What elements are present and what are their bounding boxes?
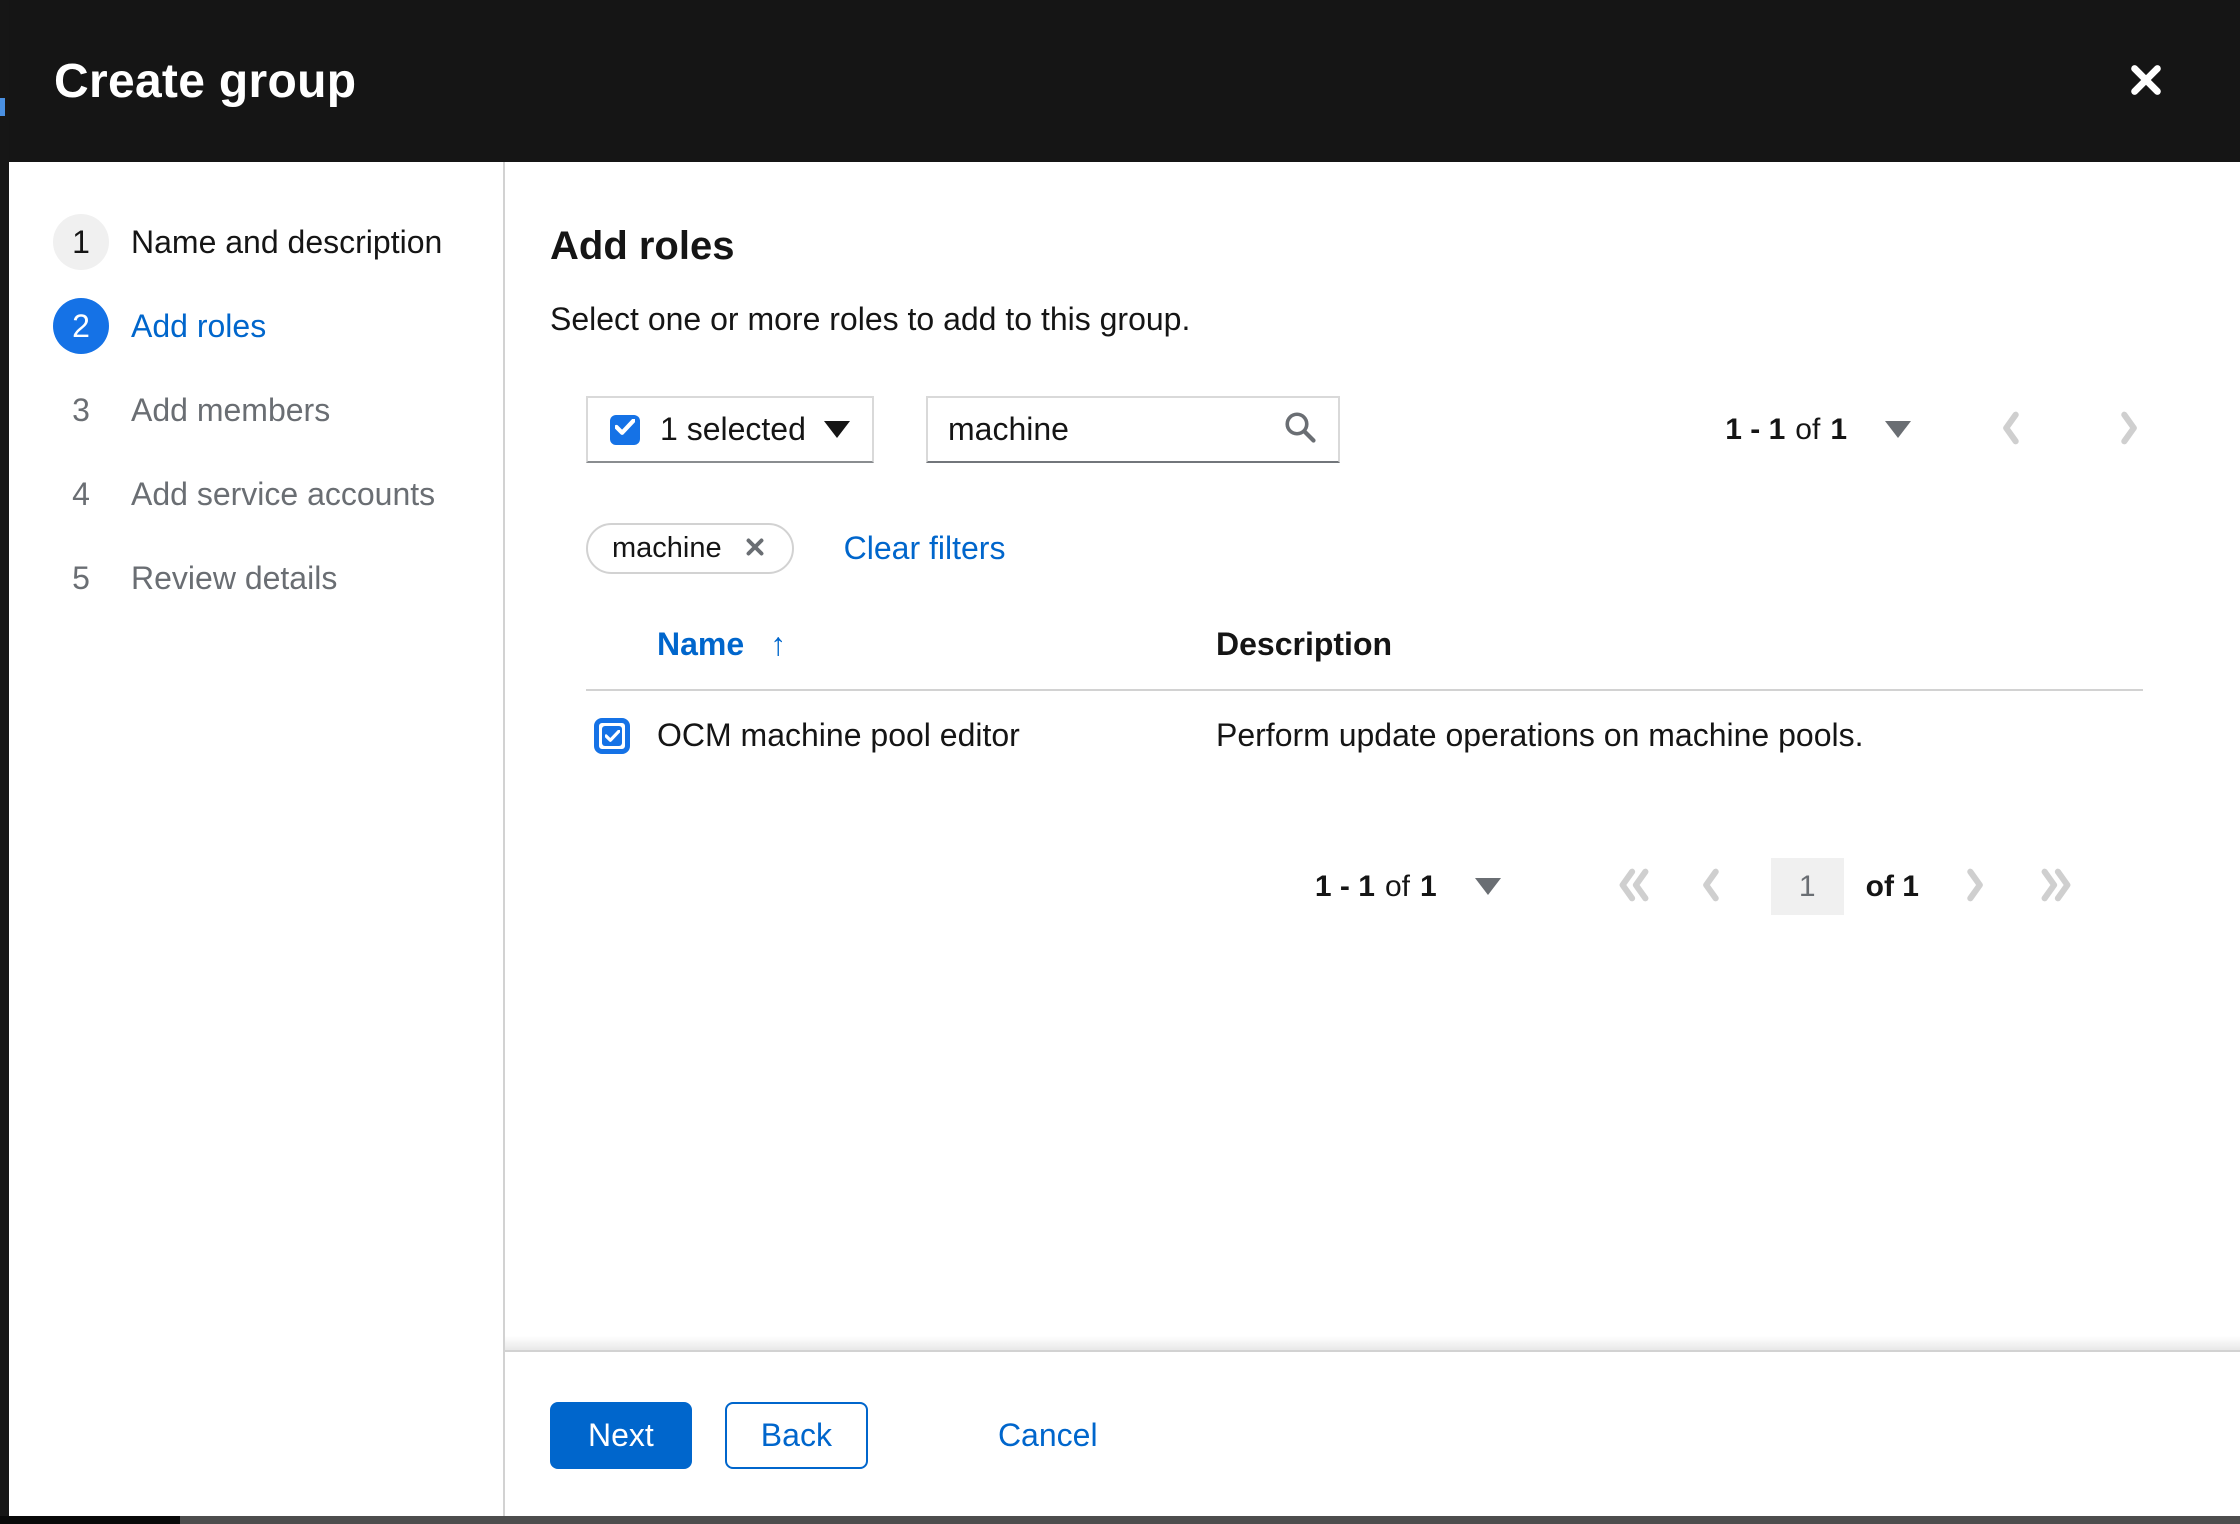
- last-page-button[interactable]: [2035, 866, 2077, 907]
- chevron-right-icon: [1963, 866, 1989, 907]
- close-button[interactable]: [2122, 57, 2170, 105]
- backdrop-bottom-dark-segment: [0, 1516, 180, 1524]
- page-backdrop-bottom: [0, 1516, 2240, 1524]
- add-roles-panel: Add roles Select one or more roles to ad…: [505, 162, 2240, 1350]
- chevron-left-icon: [1997, 409, 2023, 450]
- backdrop-accent: [0, 98, 5, 116]
- roles-toolbar: 1 selected 1 - 1 of 1: [586, 396, 2143, 463]
- double-chevron-left-icon: [1613, 866, 1655, 907]
- roles-table: Name ↑ Description: [586, 618, 2143, 780]
- pagination-range-text: 1 - 1 of 1: [1315, 870, 1437, 904]
- modal-title: Create group: [54, 54, 356, 109]
- step-label: Name and description: [131, 224, 442, 261]
- active-filters-row: machine Clear filters: [586, 523, 2143, 574]
- filter-chip-label: machine: [612, 532, 722, 565]
- cancel-button[interactable]: Cancel: [998, 1402, 1098, 1469]
- previous-page-button[interactable]: [1697, 866, 1723, 907]
- next-page-button[interactable]: [1963, 866, 1989, 907]
- step-label: Review details: [131, 560, 337, 597]
- page-title: Add roles: [550, 220, 2143, 272]
- close-icon: [2127, 61, 2165, 102]
- pagination-menu-caret-icon[interactable]: [1475, 878, 1501, 895]
- role-description-cell: Perform update operations on machine poo…: [1216, 690, 2143, 780]
- column-header-name[interactable]: Name ↑: [657, 618, 1216, 690]
- next-button[interactable]: Next: [550, 1402, 692, 1469]
- row-checkbox[interactable]: [594, 718, 630, 754]
- create-group-modal: Create group 1 Name and description 2 Ad…: [9, 0, 2240, 1516]
- step-number-badge: 5: [53, 550, 109, 606]
- filter-chip-machine: machine: [586, 523, 794, 574]
- pagination-total: 1: [1830, 413, 1847, 446]
- caret-down-icon: [824, 421, 850, 438]
- first-page-button[interactable]: [1613, 866, 1655, 907]
- step-number-badge: 2: [53, 298, 109, 354]
- previous-page-button[interactable]: [1997, 409, 2023, 450]
- table-row: OCM machine pool editor Perform update o…: [586, 690, 2143, 780]
- top-pagination: 1 - 1 of 1: [1725, 409, 2143, 450]
- modal-body: 1 Name and description 2 Add roles 3 Add…: [9, 162, 2240, 1516]
- pagination-menu-caret-icon[interactable]: [1885, 421, 1911, 438]
- row-select-cell: [586, 690, 657, 780]
- checkmark-icon: [602, 726, 622, 746]
- double-chevron-right-icon: [2035, 866, 2077, 907]
- step-label: Add roles: [131, 308, 266, 345]
- column-header-name-label: Name: [657, 626, 744, 662]
- step-number-badge: 1: [53, 214, 109, 270]
- pagination-of-word: of: [1385, 870, 1410, 903]
- modal-header: Create group: [9, 0, 2240, 162]
- remove-filter-button[interactable]: [742, 534, 768, 563]
- wizard-content-column: Add roles Select one or more roles to ad…: [505, 162, 2240, 1516]
- wizard-step-review-details[interactable]: 5 Review details: [53, 550, 503, 606]
- page-number-input[interactable]: 1: [1771, 858, 1844, 915]
- page-of-total-label: of 1: [1866, 870, 1919, 904]
- column-header-description-label: Description: [1216, 626, 1392, 662]
- bulk-select-label: 1 selected: [660, 411, 806, 448]
- search-filter-box: [926, 396, 1340, 463]
- pagination-range-text: 1 - 1 of 1: [1725, 413, 1847, 447]
- wizard-step-add-members[interactable]: 3 Add members: [53, 382, 503, 438]
- clear-filters-link[interactable]: Clear filters: [844, 530, 1006, 567]
- step-label: Add members: [131, 392, 330, 429]
- select-column-header: [586, 618, 657, 690]
- back-button[interactable]: Back: [725, 1402, 868, 1469]
- checkmark-icon: [615, 419, 635, 440]
- pagination-range: 1 - 1: [1725, 413, 1785, 446]
- close-icon: [742, 534, 768, 563]
- search-input[interactable]: [948, 411, 1258, 448]
- role-name-cell: OCM machine pool editor: [657, 690, 1216, 780]
- column-header-description: Description: [1216, 618, 2143, 690]
- wizard-footer: Next Back Cancel: [505, 1350, 2240, 1516]
- pagination-range: 1 - 1: [1315, 870, 1375, 903]
- chevron-right-icon: [2117, 409, 2143, 450]
- page-backdrop-left: [0, 0, 9, 1524]
- bulk-select-dropdown[interactable]: 1 selected: [586, 396, 874, 463]
- pagination-total: 1: [1420, 870, 1437, 903]
- bottom-pagination: 1 - 1 of 1 1 of 1: [550, 858, 2077, 915]
- table-header-row: Name ↑ Description: [586, 618, 2143, 690]
- wizard-step-name-and-description[interactable]: 1 Name and description: [53, 214, 503, 270]
- step-number-badge: 4: [53, 466, 109, 522]
- sort-ascending-icon[interactable]: ↑: [770, 626, 786, 663]
- search-icon[interactable]: [1282, 409, 1318, 450]
- step-label: Add service accounts: [131, 476, 435, 513]
- wizard-step-add-roles[interactable]: 2 Add roles: [53, 298, 503, 354]
- page-description: Select one or more roles to add to this …: [550, 298, 2143, 340]
- pagination-of-word: of: [1795, 413, 1820, 446]
- chevron-left-icon: [1697, 866, 1723, 907]
- wizard-steps-nav: 1 Name and description 2 Add roles 3 Add…: [9, 162, 505, 1516]
- next-page-button[interactable]: [2117, 409, 2143, 450]
- wizard-step-add-service-accounts[interactable]: 4 Add service accounts: [53, 466, 503, 522]
- step-number-badge: 3: [53, 382, 109, 438]
- bulk-select-checkbox[interactable]: [610, 415, 640, 445]
